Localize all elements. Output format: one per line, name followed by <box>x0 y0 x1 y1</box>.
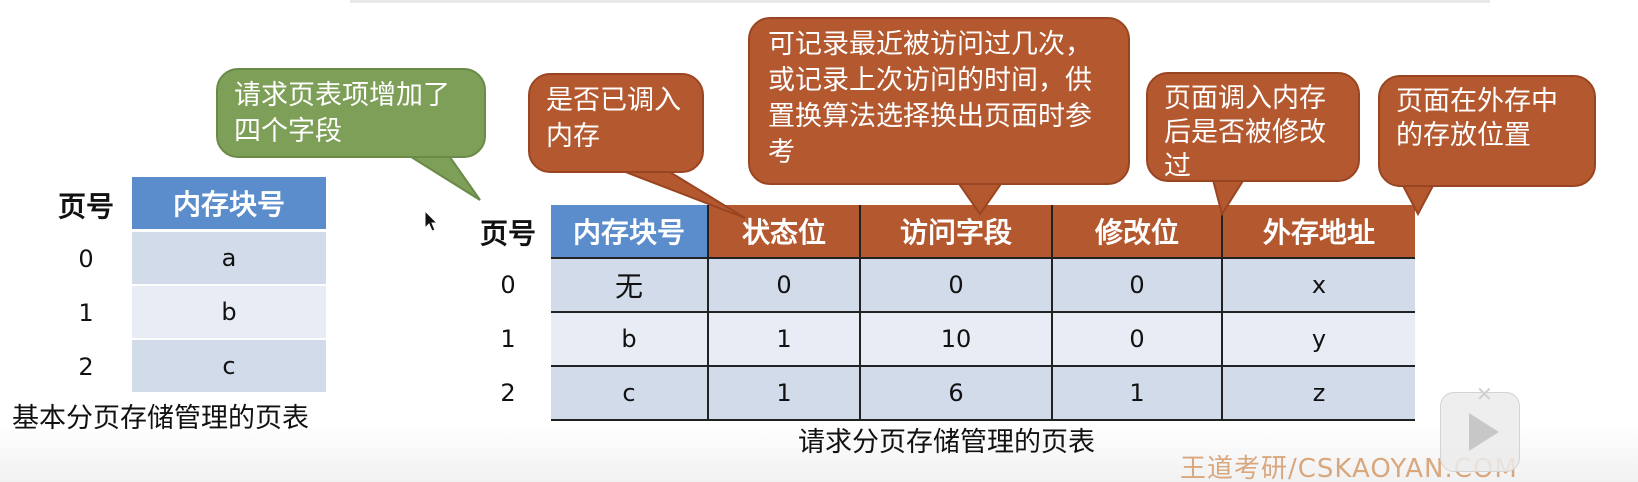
callout-state-bit-text: 是否已调入内存 <box>546 85 681 152</box>
callout-access-field-text: 可记录最近被访问过几次，或记录上次访问的时间，供置换算法选择换出页面时参考 <box>768 29 1092 168</box>
callout-external-address: 页面在外存中的存放位置 <box>1378 75 1596 187</box>
callout-modify-bit-text: 页面调入内存后是否被修改过 <box>1164 83 1326 182</box>
callout-access-field: 可记录最近被访问过几次，或记录上次访问的时间，供置换算法选择换出页面时参考 <box>748 17 1130 185</box>
callout-tail-state-bit <box>609 165 746 219</box>
callout-fields-added-text: 请求页表项增加了四个字段 <box>234 80 450 147</box>
callout-state-bit: 是否已调入内存 <box>528 73 704 173</box>
callout-modify-bit: 页面调入内存后是否被修改过 <box>1146 72 1360 182</box>
callout-external-address-text: 页面在外存中的存放位置 <box>1396 86 1558 151</box>
slide: 请求页表项增加了四个字段 是否已调入内存 可记录最近被访问过几次，或记录上次访问… <box>0 0 1638 482</box>
sparkle-icon: ✕ <box>1476 382 1493 406</box>
play-icon <box>1469 413 1499 451</box>
arrow-cursor-icon <box>424 210 438 232</box>
callout-fields-added: 请求页表项增加了四个字段 <box>216 68 486 158</box>
